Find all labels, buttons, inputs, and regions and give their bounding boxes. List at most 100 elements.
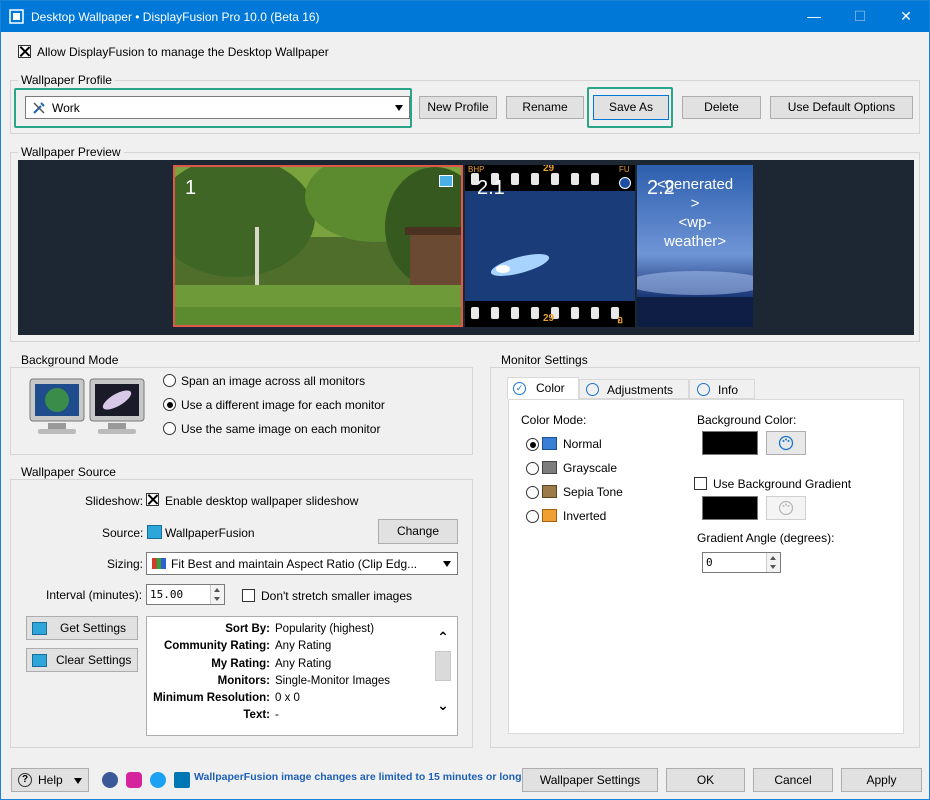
source-label: Source: xyxy=(102,526,144,540)
color-mode-inverted-radio[interactable] xyxy=(526,510,539,523)
help-label: Help xyxy=(38,773,63,787)
bg-color-picker-button[interactable] xyxy=(766,431,806,455)
palette-icon xyxy=(778,500,794,516)
dont-stretch-checkbox[interactable] xyxy=(242,589,255,602)
bg-mode-same-label: Use the same image on each monitor xyxy=(181,422,381,436)
use-default-options-button[interactable]: Use Default Options xyxy=(770,96,913,119)
image-icon xyxy=(542,485,557,498)
scroll-up-icon[interactable]: ⌃ xyxy=(435,629,451,645)
wallpaper-preview-heading: Wallpaper Preview xyxy=(18,145,124,159)
image-icon xyxy=(542,509,557,522)
spin-up-icon[interactable] xyxy=(211,585,224,595)
linkedin-icon[interactable] xyxy=(174,772,190,788)
monitors-icon xyxy=(29,378,145,434)
maximize-button[interactable]: ☐ xyxy=(837,1,883,32)
circle-icon xyxy=(697,383,710,396)
interval-input[interactable]: 15.00 xyxy=(146,584,225,605)
tab-info[interactable]: Info xyxy=(689,379,755,399)
source-value: WallpaperFusion xyxy=(165,526,255,540)
ok-button[interactable]: OK xyxy=(666,768,745,792)
facebook-icon[interactable] xyxy=(102,772,118,788)
displayfusion-icon xyxy=(9,9,24,24)
film-label-top-left: BHP xyxy=(468,165,485,174)
bg-gradient-label: Use Background Gradient xyxy=(713,477,852,491)
gradient-color-picker-button[interactable] xyxy=(766,496,806,520)
gradient-angle-input[interactable]: 0 xyxy=(702,552,781,573)
setting-value: Single-Monitor Images xyxy=(275,675,391,687)
tab-color[interactable]: ✓ Color xyxy=(507,377,579,399)
film-label-top-right: FU xyxy=(619,165,630,174)
window-title: Desktop Wallpaper • DisplayFusion Pro 10… xyxy=(31,10,320,24)
apply-button[interactable]: Apply xyxy=(841,768,922,792)
overlay-line-4: weather> xyxy=(663,233,727,250)
spin-down-icon[interactable] xyxy=(211,595,224,605)
delete-button[interactable]: Delete xyxy=(682,96,761,119)
color-mode-sepia-radio[interactable] xyxy=(526,486,539,499)
monitor-2-1-preview[interactable]: BHP 29 FU 29 อ 2.1 xyxy=(465,165,635,327)
nasa-icon xyxy=(619,177,631,189)
new-profile-button[interactable]: New Profile xyxy=(419,96,497,119)
setting-value: Popularity (highest) xyxy=(275,623,375,635)
bg-mode-span-radio[interactable] xyxy=(163,374,176,387)
spin-up-icon[interactable] xyxy=(767,553,780,563)
image-icon xyxy=(542,437,557,450)
setting-value: Any Rating xyxy=(275,658,332,670)
minimize-button[interactable]: — xyxy=(791,1,837,32)
slideshow-checkbox[interactable] xyxy=(146,493,159,506)
title-bar[interactable]: Desktop Wallpaper • DisplayFusion Pro 10… xyxy=(1,1,929,32)
help-button[interactable]: ? Help xyxy=(11,768,89,792)
monitor-1-preview[interactable]: 1 xyxy=(173,165,463,327)
clear-settings-button[interactable]: Clear Settings xyxy=(26,648,138,672)
overlay-line-3: <wp- xyxy=(678,214,712,231)
scrollbar-thumb[interactable] xyxy=(435,651,451,681)
bg-gradient-checkbox[interactable] xyxy=(694,477,707,490)
rename-button[interactable]: Rename xyxy=(506,96,584,119)
bg-mode-span-label: Span an image across all monitors xyxy=(181,374,366,388)
color-mode-normal-label: Normal xyxy=(563,437,602,451)
color-mode-sepia-label: Sepia Tone xyxy=(563,485,623,499)
sizing-dropdown[interactable]: Fit Best and maintain Aspect Ratio (Clip… xyxy=(146,552,458,575)
color-mode-label: Color Mode: xyxy=(521,413,587,427)
get-settings-label: Get Settings xyxy=(60,621,127,635)
allow-manage-checkbox[interactable] xyxy=(18,45,31,58)
instagram-icon[interactable] xyxy=(126,772,142,788)
bg-color-label: Background Color: xyxy=(697,413,797,427)
slideshow-value: Enable desktop wallpaper slideshow xyxy=(165,494,359,508)
sizing-icon xyxy=(152,558,166,569)
scroll-down-icon[interactable]: ⌄ xyxy=(435,697,451,713)
color-mode-grayscale-radio[interactable] xyxy=(526,462,539,475)
wallpaper-profile-heading: Wallpaper Profile xyxy=(18,73,115,87)
save-as-button[interactable]: Save As xyxy=(593,95,669,120)
setting-value: Any Rating xyxy=(275,640,332,652)
monitor-1-number: 1 xyxy=(185,177,197,199)
profile-tools-icon xyxy=(33,102,45,114)
monitor-2-1-number: 2.1 xyxy=(477,177,505,199)
wallpaperfusion-settings-list[interactable]: Sort By: Popularity (highest) Community … xyxy=(146,616,458,736)
gradient-color-swatch[interactable] xyxy=(702,496,758,520)
bg-mode-same-radio[interactable] xyxy=(163,422,176,435)
interval-spinner[interactable] xyxy=(210,585,224,604)
setting-label: Sort By: xyxy=(225,623,270,635)
tab-color-label: Color xyxy=(536,381,565,395)
gradient-angle-spinner[interactable] xyxy=(766,553,780,572)
close-button[interactable]: ✕ xyxy=(883,1,929,32)
monitor-2-2-preview[interactable]: <generated > <wp- weather> 2.2 xyxy=(637,165,753,327)
wallpaperfusion-icon xyxy=(32,622,47,635)
profile-selected: Work xyxy=(52,101,80,115)
get-settings-button[interactable]: Get Settings xyxy=(26,616,138,640)
tab-adjustments[interactable]: Adjustments xyxy=(579,379,689,399)
bg-mode-different-radio[interactable] xyxy=(163,398,176,411)
cancel-button[interactable]: Cancel xyxy=(753,768,833,792)
spin-down-icon[interactable] xyxy=(767,563,780,573)
wallpaperfusion-icon xyxy=(32,654,47,667)
twitter-icon[interactable] xyxy=(150,772,166,788)
gradient-angle-label: Gradient Angle (degrees): xyxy=(697,531,835,545)
setting-label: Minimum Resolution: xyxy=(153,692,270,704)
color-mode-normal-radio[interactable] xyxy=(526,438,539,451)
tab-adjustments-label: Adjustments xyxy=(607,383,674,397)
profile-dropdown[interactable]: Work xyxy=(25,96,410,119)
bg-color-swatch[interactable] xyxy=(702,431,758,455)
image-icon xyxy=(542,461,557,474)
change-source-button[interactable]: Change xyxy=(378,519,458,544)
wallpaper-settings-button[interactable]: Wallpaper Settings xyxy=(522,768,658,792)
